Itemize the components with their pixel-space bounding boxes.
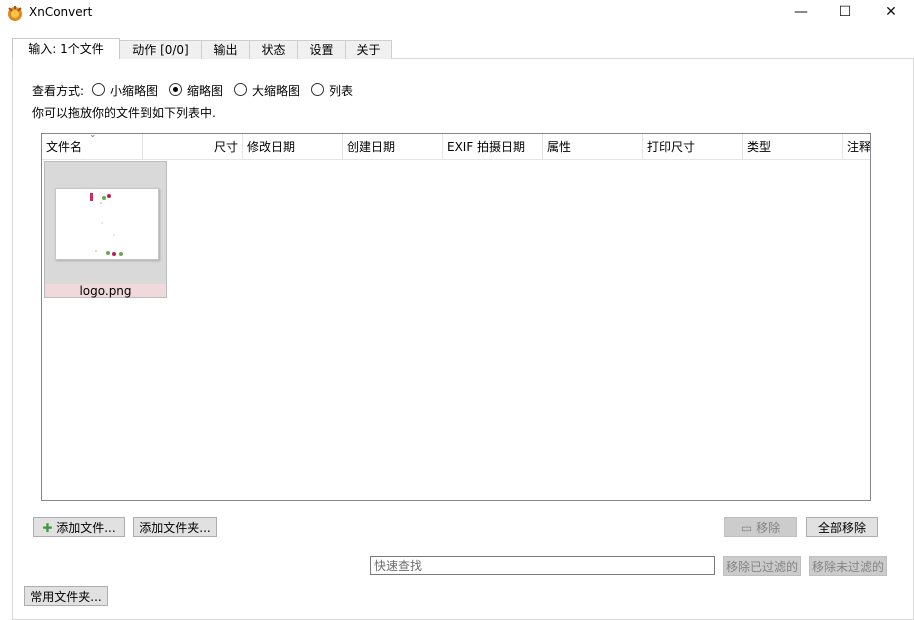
window-title: XnConvert bbox=[29, 5, 93, 19]
column-header-filename[interactable]: 文件名 bbox=[42, 134, 143, 159]
tab-actions[interactable]: 动作 [0/0] bbox=[119, 40, 202, 59]
tab-output[interactable]: 输出 bbox=[201, 40, 250, 59]
quick-search-input[interactable] bbox=[370, 556, 715, 575]
minimize-button[interactable]: — bbox=[778, 0, 824, 26]
remove-filtered-button[interactable]: 移除已过滤的 bbox=[723, 556, 801, 576]
column-header-size[interactable]: 尺寸 bbox=[143, 134, 243, 159]
file-list[interactable]: ⌄ 文件名 尺寸 修改日期 创建日期 EXIF 拍摄日期 属性 打印尺寸 类型 … bbox=[41, 133, 871, 501]
column-header-attributes[interactable]: 属性 bbox=[543, 134, 643, 159]
file-thumbnail-item[interactable]: logo.png bbox=[44, 161, 167, 298]
column-header-created-date[interactable]: 创建日期 bbox=[343, 134, 443, 159]
radio-small-thumbnails-label[interactable]: 小缩略图 bbox=[110, 82, 158, 99]
radio-small-thumbnails[interactable] bbox=[92, 83, 105, 96]
drag-drop-hint: 你可以拖放你的文件到如下列表中. bbox=[32, 106, 216, 120]
column-header-exif-date[interactable]: EXIF 拍摄日期 bbox=[443, 134, 543, 159]
radio-thumbnails[interactable] bbox=[169, 83, 182, 96]
remove-unfiltered-button[interactable]: 移除未过滤的 bbox=[809, 556, 887, 576]
column-header-print-size[interactable]: 打印尺寸 bbox=[643, 134, 743, 159]
radio-list[interactable] bbox=[311, 83, 324, 96]
column-header-modified-date[interactable]: 修改日期 bbox=[243, 134, 343, 159]
radio-large-thumbnails[interactable] bbox=[234, 83, 247, 96]
tab-status[interactable]: 状态 bbox=[249, 40, 298, 59]
radio-large-thumbnails-label[interactable]: 大缩略图 bbox=[252, 82, 300, 99]
radio-thumbnails-label[interactable]: 缩略图 bbox=[187, 82, 223, 99]
tab-settings[interactable]: 设置 bbox=[297, 40, 346, 59]
view-mode-label: 查看方式: bbox=[32, 84, 85, 98]
close-button[interactable]: ✕ bbox=[868, 0, 914, 26]
title-bar: XnConvert — ☐ ✕ bbox=[0, 0, 914, 26]
add-folder-button[interactable]: 添加文件夹... bbox=[133, 517, 217, 537]
plus-icon: ✚ bbox=[42, 521, 53, 535]
list-header: ⌄ 文件名 尺寸 修改日期 创建日期 EXIF 拍摄日期 属性 打印尺寸 类型 … bbox=[42, 134, 870, 160]
remove-button[interactable]: ▭ 移除 bbox=[724, 517, 797, 537]
add-files-label: 添加文件... bbox=[56, 521, 116, 535]
tab-input[interactable]: 输入: 1个文件 bbox=[12, 38, 120, 59]
minus-icon: ▭ bbox=[740, 521, 753, 535]
xnconvert-logo-icon bbox=[8, 6, 22, 21]
radio-list-label[interactable]: 列表 bbox=[329, 82, 353, 99]
remove-all-button[interactable]: 全部移除 bbox=[806, 517, 878, 537]
remove-label: 移除 bbox=[756, 521, 781, 535]
add-files-button[interactable]: ✚ 添加文件... bbox=[33, 517, 125, 537]
favorite-folders-button[interactable]: 常用文件夹... bbox=[24, 586, 108, 606]
thumbnail-image bbox=[55, 188, 159, 260]
file-name-label: logo.png bbox=[45, 284, 166, 298]
tab-about[interactable]: 关于 bbox=[345, 40, 392, 59]
column-header-comment[interactable]: 注释 bbox=[843, 134, 870, 159]
column-header-type[interactable]: 类型 bbox=[743, 134, 843, 159]
maximize-button[interactable]: ☐ bbox=[822, 0, 868, 26]
